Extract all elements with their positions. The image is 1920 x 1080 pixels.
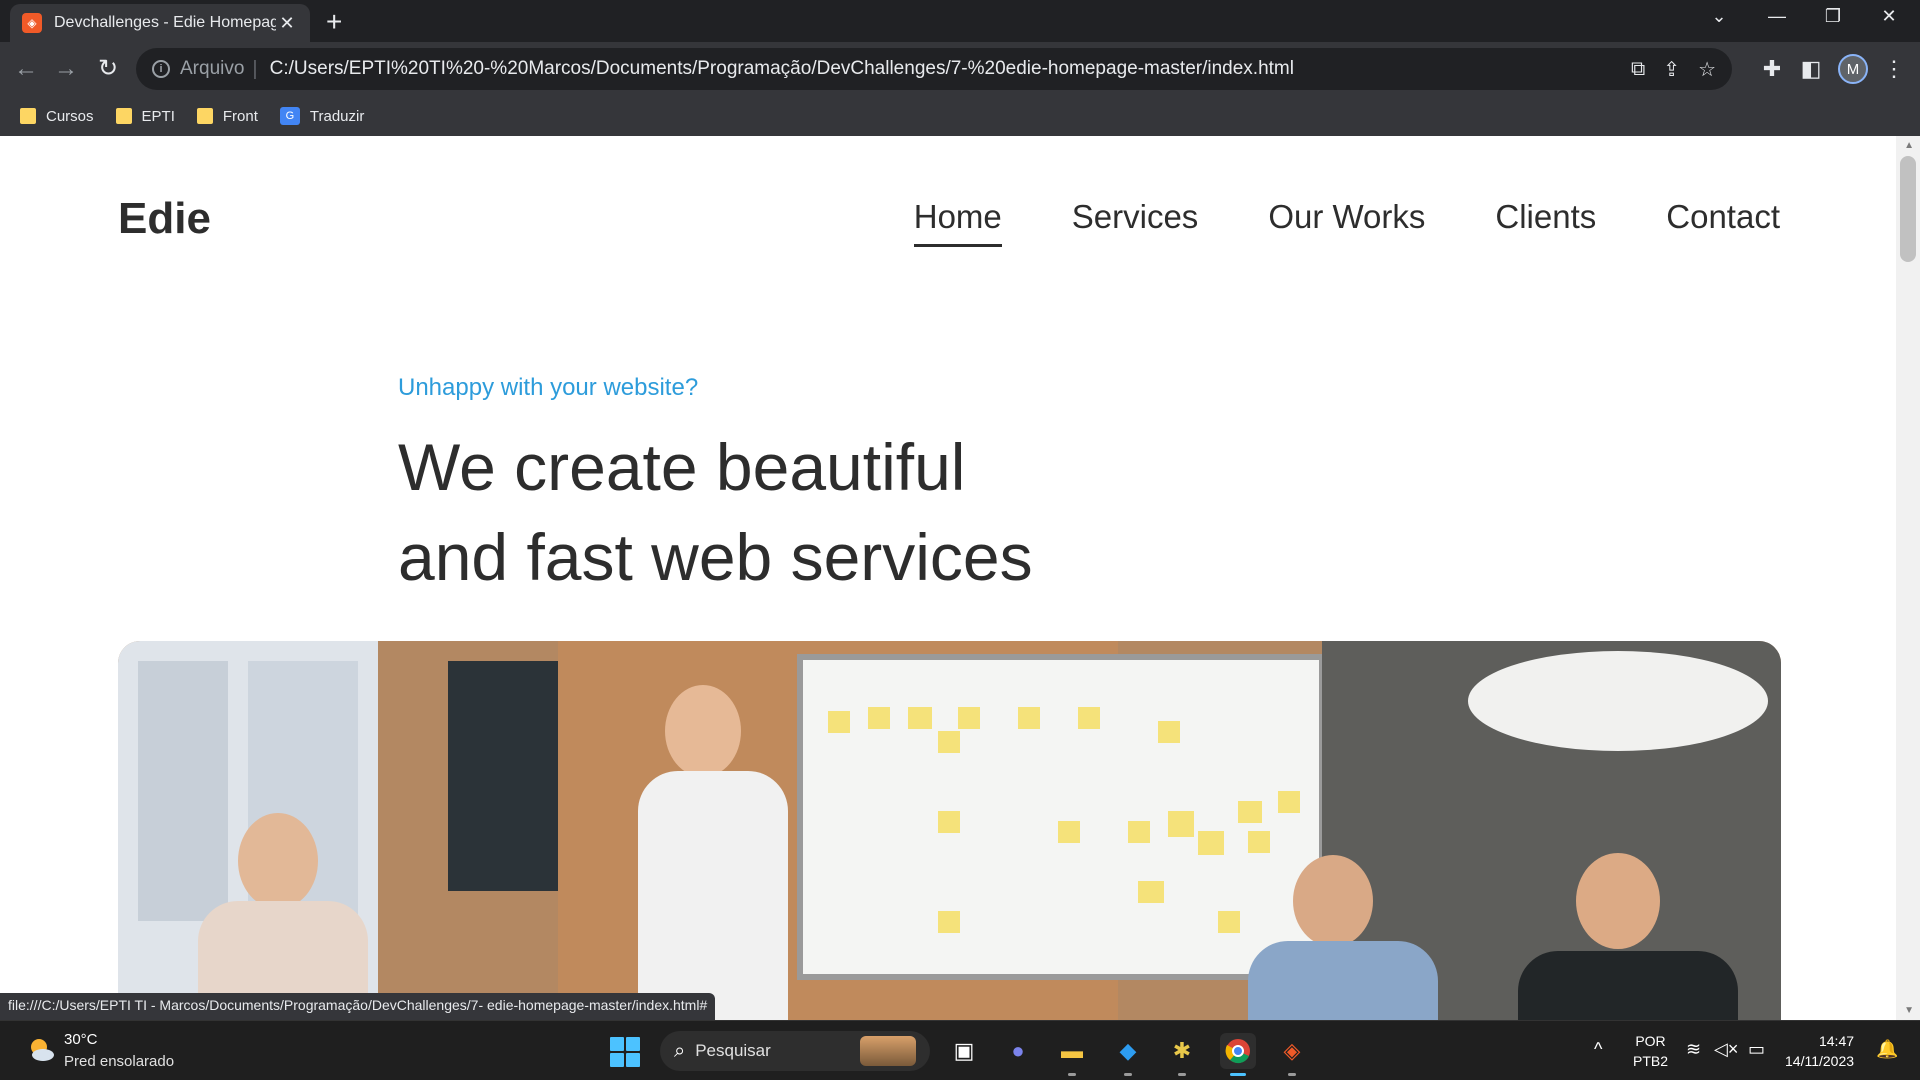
browser-tab[interactable]: ◈ Devchallenges - Edie Homepage ✕ (10, 4, 310, 42)
weather-sun-cloud-icon[interactable] (26, 1035, 56, 1065)
page-scrollbar[interactable]: ▲ ▼ (1896, 136, 1920, 1020)
search-highlight-image (860, 1036, 916, 1066)
forward-arrow-icon[interactable]: → (50, 54, 82, 84)
scroll-down-arrow-icon[interactable]: ▼ (1904, 1005, 1914, 1016)
nav-contact[interactable]: Contact (1666, 198, 1780, 247)
hero-headline: We create beautiful and fast web service… (398, 422, 1298, 602)
side-panel-icon[interactable]: ◧ (1797, 56, 1825, 82)
bookmark-traduzir[interactable]: G Traduzir (279, 107, 365, 125)
clock-date: 14/11/2023 (1785, 1053, 1855, 1069)
bookmark-cursos[interactable]: Cursos (20, 108, 94, 125)
bookmark-front[interactable]: Front (196, 107, 258, 125)
restore-button[interactable]: ❐ (1818, 6, 1848, 27)
vscode-icon[interactable]: ◆ (1110, 1033, 1146, 1076)
folder-icon (196, 108, 213, 124)
file-explorer-icon[interactable]: ▬ (1054, 1033, 1090, 1076)
link-status-bar: file:///C:/Users/EPTI TI - Marcos/Docume… (0, 993, 716, 1020)
bookmark-epti[interactable]: EPTI (115, 107, 175, 125)
bookmark-label: Traduzir (309, 107, 365, 125)
scrollbar-thumb[interactable] (1900, 156, 1916, 262)
git-kraken-icon[interactable]: ◈ (1274, 1033, 1310, 1076)
keyboard-language[interactable]: POR PTB2 (1633, 1031, 1668, 1071)
search-icon: ⌕ (674, 1039, 686, 1062)
translate-page-icon[interactable]: ⧉ (1631, 58, 1645, 81)
tab-title: Devchallenges - Edie Homepage (54, 14, 276, 31)
headline-line-1: We create beautiful (398, 430, 966, 504)
minimize-button[interactable]: — (1762, 6, 1792, 27)
bookmark-label: Front (222, 107, 258, 125)
battery-icon[interactable]: ▭ (1748, 1039, 1765, 1060)
share-icon[interactable]: ⇪ (1663, 57, 1680, 82)
site-favicon-icon: ◈ (22, 13, 42, 33)
hero-photo-illustration (118, 641, 1781, 1020)
browser-toolbar: ← → ↻ i Arquivo | C:/Users/EPTI%20TI%20-… (0, 42, 1920, 96)
clock[interactable]: 14:47 14/11/2023 (1785, 1031, 1854, 1071)
clock-time: 14:47 (1818, 1033, 1855, 1049)
beekeeper-icon[interactable]: ✱ (1164, 1033, 1200, 1076)
site-logo[interactable]: Edie (118, 194, 211, 244)
teams-chat-icon[interactable]: ● (1000, 1033, 1036, 1069)
address-scheme-label: Arquivo (180, 58, 245, 79)
nav-clients[interactable]: Clients (1495, 198, 1596, 247)
extensions-puzzle-icon[interactable]: ✚ (1758, 56, 1786, 82)
new-tab-button[interactable]: + (326, 8, 342, 36)
reload-icon[interactable]: ↻ (92, 54, 124, 84)
tab-search-chevron-icon[interactable]: ⌄ (1704, 6, 1734, 27)
profile-avatar[interactable]: M (1838, 54, 1868, 84)
main-nav: Home Services Our Works Clients Contact (844, 198, 1780, 247)
task-view-icon[interactable]: ▣ (946, 1033, 982, 1069)
folder-icon (20, 108, 36, 124)
search-placeholder: Pesquisar (695, 1041, 771, 1060)
language-code: POR (1635, 1033, 1666, 1049)
weather-temperature[interactable]: 30°C (64, 1031, 98, 1048)
notification-bell-icon[interactable]: 🔔 (1876, 1039, 1898, 1060)
tab-strip: ◈ Devchallenges - Edie Homepage ✕ + ⌄ — … (0, 0, 1920, 42)
headline-line-2: and fast web services (398, 520, 1033, 594)
scroll-up-arrow-icon[interactable]: ▲ (1904, 140, 1914, 151)
bookmark-label: EPTI (141, 107, 175, 125)
taskbar-search[interactable]: ⌕ Pesquisar (660, 1031, 930, 1071)
show-hidden-icons-chevron-icon[interactable]: ^ (1594, 1039, 1602, 1060)
weather-description[interactable]: Pred ensolarado (64, 1053, 174, 1070)
nav-services[interactable]: Services (1072, 198, 1199, 247)
address-bar[interactable]: i Arquivo | C:/Users/EPTI%20TI%20-%20Mar… (136, 48, 1732, 90)
windows-start-icon[interactable] (610, 1037, 640, 1067)
address-separator: | (252, 57, 258, 80)
bookmarks-bar: Cursos EPTI Front G Traduzir (0, 96, 1920, 136)
site-info-icon[interactable]: i (152, 60, 170, 78)
google-translate-icon: G (279, 107, 300, 125)
nav-home[interactable]: Home (913, 198, 1002, 247)
wifi-icon[interactable]: ≋ (1686, 1039, 1701, 1060)
hero-image (118, 641, 1781, 1020)
taskbar: 30°C Pred ensolarado ⌕ Pesquisar ▣ ● ▬ ◆… (0, 1020, 1920, 1080)
bookmark-star-icon[interactable]: ☆ (1698, 57, 1716, 82)
address-url[interactable]: C:/Users/EPTI%20TI%20-%20Marcos/Document… (270, 58, 1613, 80)
close-window-button[interactable]: ✕ (1874, 6, 1904, 27)
back-arrow-icon[interactable]: ← (10, 54, 42, 84)
page-viewport: Edie Home Services Our Works Clients Con… (0, 136, 1920, 1020)
nav-our-works[interactable]: Our Works (1268, 198, 1425, 247)
keyboard-layout: PTB2 (1633, 1053, 1669, 1069)
volume-muted-icon[interactable]: ◁× (1714, 1039, 1738, 1060)
chrome-icon[interactable] (1220, 1033, 1256, 1076)
chrome-logo-icon (1225, 1039, 1250, 1064)
close-tab-icon[interactable]: ✕ (276, 13, 298, 34)
menu-kebab-icon[interactable]: ⋮ (1880, 56, 1908, 82)
folder-icon (115, 108, 132, 124)
hero-eyebrow: Unhappy with your website? (398, 374, 699, 401)
bookmark-label: Cursos (46, 107, 94, 125)
